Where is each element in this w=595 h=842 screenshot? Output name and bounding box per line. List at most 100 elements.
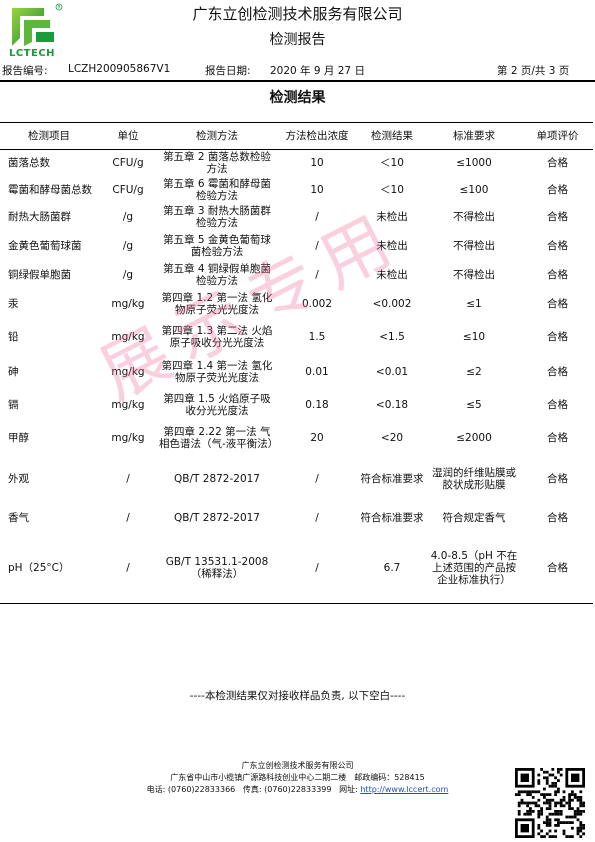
table-row: 甲醇 mg/kg 第四章 2.22 第一法 气相色谱法（气-液平衡法） 20 <20 ≤2… [0,421,593,456]
cell-eval: 合格 [547,512,568,524]
table-row: 汞 mg/kg 第四章 1.2 第一法 氢化物原子荧光光度法 0.002 <0.002 ≤… [0,289,593,320]
cell-item: 汞 [8,298,19,310]
table-row: 金黄色葡萄球菌/g 第五章 5 金黄色葡萄球菌检验方法 / 未检出 不得检出 合格 [0,231,593,262]
cell-eval: 合格 [547,399,568,411]
cell-item: 砷 [8,366,19,378]
table-row: 砷 mg/kg 第四章 1.4 第一法 氢化物原子荧光光度法 0.01 <0.01 ≤2 合… [0,355,593,390]
cell-standard: ≤5 [466,399,482,411]
cell-standard: ≤2 [466,366,482,378]
cell-unit: mg/kg [111,331,145,343]
cell-unit: CFU/g [112,157,144,170]
cell-item: 菌落总数 [8,157,50,170]
cell-limit: 0.002 [301,298,333,310]
table-row: 耐热大肠菌群/g 第五章 3 耐热大肠菌群检验方法 / 未检出 不得检出 合格 [0,204,593,231]
header-item: 检测项目 [0,122,98,150]
cell-item: 耐热大肠菌群 [8,211,71,223]
cell-limit: 10 [310,157,324,170]
table-row: 霉菌和酵母菌总数 CFU/g 第五章 6 霉菌和酵母菌检验方法 10 ＜10 ≤100 合格 [0,177,593,204]
cell-unit: CFU/g [112,184,144,196]
header-method: 检测方法 [158,122,276,150]
cell-standard: ≤100 [459,184,489,196]
cell-standard: 不得检出 [453,269,495,281]
cell-method: 第四章 1.3 第二法 火焰原子吸收分光光度法 [161,325,273,349]
cell-standard: 不得检出 [453,211,495,223]
report-no-label: 报告编号: [2,65,48,77]
cell-item: 甲醇 [8,432,29,444]
header-standard: 标准要求 [426,122,522,150]
fax: (0760)22833399 [264,785,332,794]
cell-limit: 10 [310,184,324,196]
cell-unit: / [126,512,130,524]
cell-unit: / [98,533,158,604]
cell-limit: / [276,533,358,604]
cell-method: 第五章 2 菌落总数检验方法 [163,151,271,176]
cell-result: <0.01 [375,366,409,378]
cell-limit: / [315,512,319,524]
cell-eval: 合格 [547,211,568,223]
company-name: 广东立创检测技术服务有限公司 [192,5,403,23]
cell-standard: ≤10 [462,331,486,343]
cell-result: 符合标准要求 [360,473,424,485]
table-row: 铜绿假单胞菌/g 第五章 4 铜绿假单胞菌检验方法 / 未检出 不得检出 合格 [0,262,593,289]
table-row: 外观 / QB/T 2872-2017 / 符合标准要求 湿润的纤维贴膜或胶状成形贴膜 合格 [0,456,593,503]
cell-result: 未检出 [376,240,408,252]
cell-item: 霉菌和酵母菌总数 [8,184,92,196]
cell-method: GB/T 13531.1-2008（稀释法） [158,533,276,604]
cell-result: <0.18 [375,399,409,411]
header-eval: 单项评价 [522,122,593,150]
cell-standard: 不得检出 [453,240,495,252]
footer-company: 广东立创检测技术服务有限公司 [241,761,354,770]
cell-item: 香气 [8,512,29,524]
cell-method: 第四章 1.5 火焰原子吸收分光光度法 [163,393,271,417]
cell-unit: /g [122,211,134,223]
cell-limit: / [315,473,319,485]
tel: (0760)22833366 [167,785,236,794]
cell-eval: 合格 [547,240,568,252]
cell-item: pH（25°C） [0,533,98,604]
table-row: pH（25°C） / GB/T 13531.1-2008（稀释法）/6.7 4.0-8… [0,533,593,604]
cell-eval: 合格 [547,473,568,485]
cell-method: 第四章 1.2 第一法 氢化物原子荧光光度法 [161,292,273,316]
table-header-row: 检测项目 单位 检测方法 方法检出浓度 检测结果 标准要求 单项评价 [0,122,593,150]
cell-unit: mg/kg [111,298,145,310]
cell-eval: 合格 [547,298,568,310]
cell-result: <0.002 [372,298,412,310]
cell-limit: 0.18 [305,399,329,411]
report-date-label: 报告日期: [205,65,251,77]
qr-code-icon [515,768,585,838]
report-title: 检测报告 [269,32,326,48]
cell-result: <20 [380,432,404,444]
report-date: 2020 年 9 月 27 日 [270,65,365,77]
cell-limit: / [315,240,319,252]
header-divider [0,80,595,82]
table-row: 香气 / QB/T 2872-2017 / 符合标准要求 符合规定香气 合格 [0,503,593,534]
cell-item: 铅 [8,331,19,343]
cell-item: 金黄色葡萄球菌 [8,240,82,252]
website-link[interactable]: http://www.lccert.com [360,785,448,794]
cell-unit: /g [122,269,134,281]
web-label: 网址: [339,785,358,794]
cell-method: 第五章 4 铜绿假单胞菌检验方法 [163,263,271,287]
cell-item: 外观 [8,473,29,485]
report-no: LCZH200905867V1 [68,63,171,75]
page-number: 第 2 页/共 3 页 [497,65,570,77]
cell-result: 符合标准要求 [360,512,424,524]
cell-limit: / [315,211,319,223]
cell-limit: 1.5 [308,331,326,343]
cell-eval: 合格 [547,331,568,343]
cell-item: 铜绿假单胞菌 [8,269,71,281]
cell-method: 第五章 3 耐热大肠菌群检验方法 [163,205,271,229]
cell-eval: 合格 [547,432,568,444]
cell-eval: 合格 [547,184,568,196]
tel-label: 电话: [146,785,166,794]
cell-unit: mg/kg [111,366,145,378]
results-title: 检测结果 [269,90,326,106]
header-unit: 单位 [98,122,158,150]
cell-method: QB/T 2872-2017 [174,512,260,524]
cell-limit: 0.01 [305,366,329,378]
cell-limit: 20 [310,432,324,444]
fax-label: 传真: [242,785,262,794]
cell-eval: 合格 [547,366,568,378]
cell-result: 未检出 [376,269,408,281]
cell-result: ＜10 [380,157,404,170]
